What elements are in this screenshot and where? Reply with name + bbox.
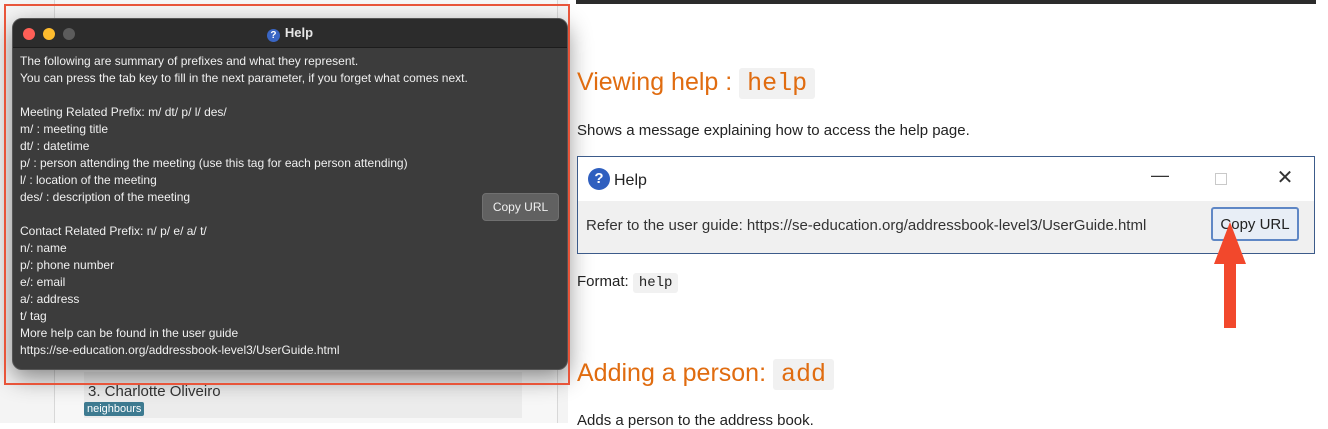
viewing-help-description: Shows a message explaining how to access… [577, 122, 970, 139]
format-line: Format: help [577, 273, 679, 293]
highlight-outline [4, 4, 570, 385]
screenshot-help-text: Refer to the user guide: https://se-educ… [586, 217, 1147, 234]
red-arrow-annotation [1214, 222, 1246, 328]
viewing-help-heading: Viewing help : help [577, 68, 816, 99]
viewing-help-heading-text: Viewing help : [577, 68, 740, 96]
help-window-screenshot: ? Help — ✕ Refer to the user guide: http… [577, 156, 1315, 254]
adding-person-description: Adds a person to the address book. [577, 412, 814, 429]
adding-person-code: add [772, 359, 834, 390]
close-icon: ✕ [1276, 167, 1294, 189]
screenshot-window-content: Refer to the user guide: https://se-educ… [578, 201, 1314, 253]
arrow-head [1214, 222, 1246, 328]
adding-person-heading-text: Adding a person: [577, 359, 773, 387]
format-label: Format: [577, 273, 633, 290]
person-name: 3. Charlotte Oliveiro [88, 383, 221, 400]
help-icon: ? [588, 168, 610, 190]
minimize-icon: — [1151, 165, 1169, 185]
maximize-icon [1215, 173, 1227, 185]
adding-person-heading: Adding a person: add [577, 359, 834, 390]
person-tag: neighbours [84, 402, 145, 416]
page-top-bar [576, 0, 1316, 4]
format-code: help [632, 273, 679, 293]
viewing-help-code: help [739, 68, 816, 99]
screenshot-window-title: Help [614, 172, 647, 189]
